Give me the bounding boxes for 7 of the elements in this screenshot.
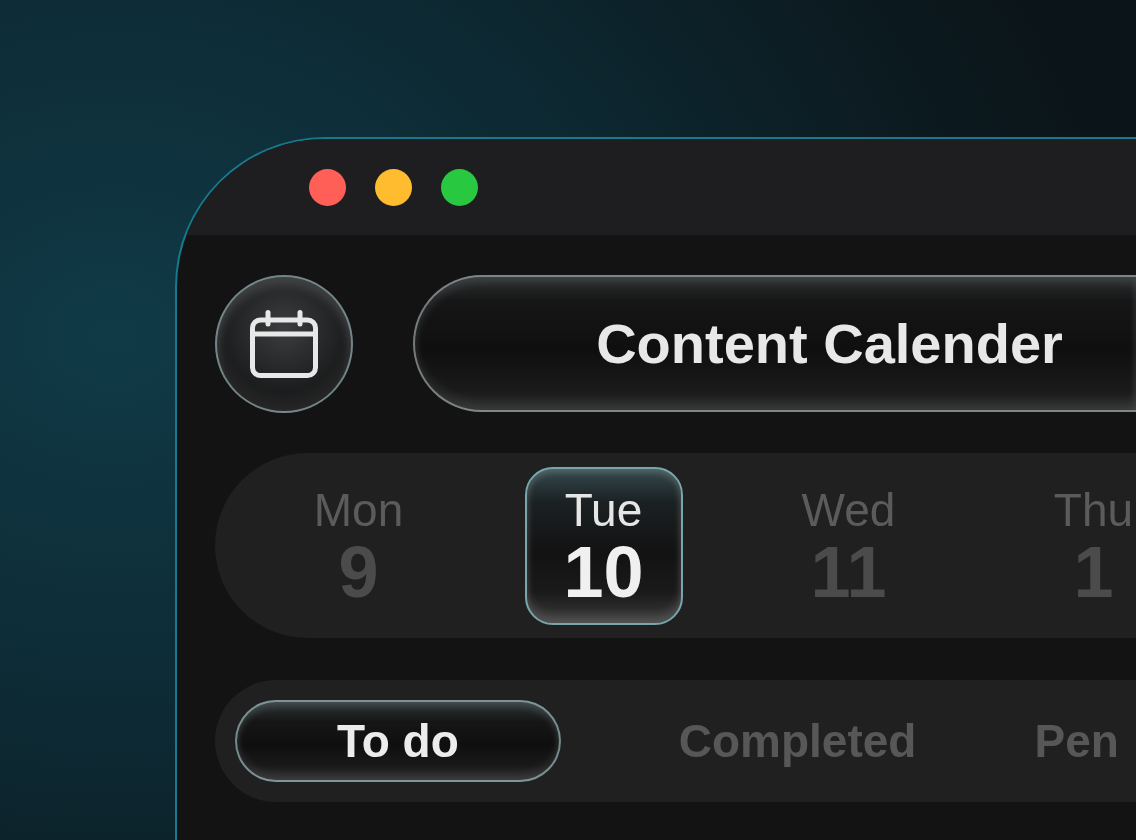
calendar-icon bbox=[250, 309, 318, 378]
maximize-button[interactable] bbox=[441, 168, 478, 206]
minimize-button[interactable] bbox=[375, 168, 412, 206]
status-tab[interactable]: To do bbox=[235, 700, 561, 782]
page-title: Content Calender bbox=[413, 275, 1136, 412]
close-button[interactable] bbox=[309, 168, 346, 206]
day-tab[interactable]: Tue 10 bbox=[524, 466, 683, 625]
